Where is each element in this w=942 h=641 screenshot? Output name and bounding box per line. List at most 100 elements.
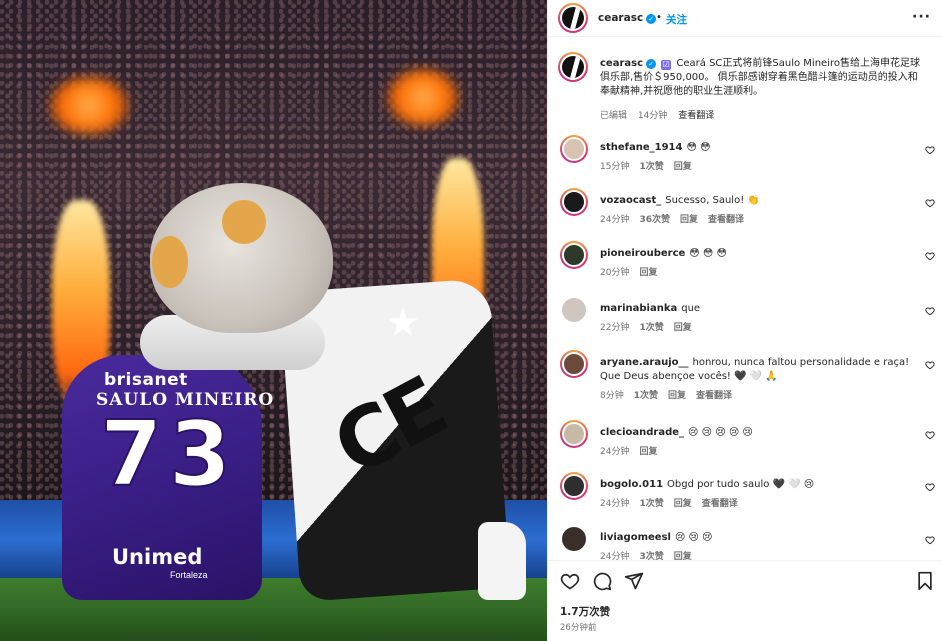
comment-meta: 22分钟 1次赞 回复 bbox=[600, 320, 702, 333]
post-header: cearasc ✓ • 关注 ··· bbox=[548, 0, 942, 37]
comment-time: 24分钟 bbox=[600, 447, 630, 457]
player-sponsor: brisanet bbox=[104, 370, 188, 390]
comment-row: clecioandrade_ 😢 😢 😢 😢 😢 24分钟 回复 bbox=[548, 420, 942, 472]
comment-time: 15分钟 bbox=[600, 162, 630, 172]
comment-text-block: vozaocast_ Sucesso, Saulo! 👏 bbox=[600, 194, 920, 208]
mascot-shoe bbox=[478, 522, 526, 600]
commenter-username[interactable]: vozaocast_ bbox=[600, 195, 661, 206]
comment-like-count[interactable]: 1次赞 bbox=[639, 162, 663, 172]
commenter-username[interactable]: aryane.araujo__ bbox=[600, 357, 689, 368]
commenter-avatar-image bbox=[562, 422, 586, 446]
comment-meta: 24分钟 36次赞 回复 查看翻译 bbox=[600, 212, 754, 225]
comment-meta: 20分钟 回复 bbox=[600, 265, 667, 278]
pyro-flare-left bbox=[50, 78, 128, 133]
comment-time: 8分钟 bbox=[600, 391, 624, 401]
comment-text: que bbox=[681, 303, 701, 314]
commenter-avatar[interactable] bbox=[560, 472, 588, 500]
pyro-flare-right bbox=[388, 70, 458, 125]
ceara-logo-icon bbox=[562, 7, 584, 29]
comment-text-block: pioneirouberce 😳 😳 😳 bbox=[600, 247, 920, 261]
commenter-username[interactable]: bogolo.011 bbox=[600, 479, 663, 490]
comment-translate-link[interactable]: 查看翻译 bbox=[702, 499, 738, 509]
comment-meta: 24分钟 回复 bbox=[600, 444, 667, 457]
comment-reply-button[interactable]: 回复 bbox=[668, 391, 686, 401]
commenter-avatar-image bbox=[562, 137, 586, 161]
comment-row: bogolo.011 Obgd por tudo saulo 🖤 🤍 😢 24分钟 1… bbox=[548, 472, 942, 524]
comment-like-heart-icon[interactable] bbox=[925, 251, 935, 261]
like-count[interactable]: 1.7万次赞 bbox=[560, 604, 610, 619]
comment-time: 24分钟 bbox=[600, 215, 630, 225]
post-image[interactable]: brisanet SAULO MINEIRO 73 Unimed Fortale… bbox=[0, 0, 547, 641]
commenter-username[interactable]: pioneirouberce bbox=[600, 248, 685, 259]
post-sidebar: cearasc ✓ • 关注 ··· cearasc ✓ ☑ Ceará SC正式将… bbox=[547, 0, 942, 641]
ceara-logo-icon bbox=[562, 56, 584, 78]
caption-avatar[interactable] bbox=[558, 52, 588, 82]
commenter-username[interactable]: sthefane_1914 bbox=[600, 142, 682, 153]
comment-like-heart-icon[interactable] bbox=[925, 198, 935, 208]
commenter-avatar-image bbox=[562, 190, 586, 214]
comment-like-heart-icon[interactable] bbox=[925, 430, 935, 440]
comment-text: Sucesso, Saulo! 👏 bbox=[665, 195, 760, 206]
comment-time: 22分钟 bbox=[600, 323, 630, 333]
save-bookmark-icon[interactable] bbox=[915, 571, 935, 591]
comment-reply-button[interactable]: 回复 bbox=[674, 499, 692, 509]
commenter-avatar[interactable] bbox=[560, 525, 588, 553]
commenter-avatar-image bbox=[562, 352, 586, 376]
comment-reply-button[interactable]: 回复 bbox=[674, 162, 692, 172]
comment-text-block: liviagomeesl 😢 😢 😢 bbox=[600, 531, 920, 545]
commenter-avatar[interactable] bbox=[560, 350, 588, 378]
author-avatar[interactable] bbox=[558, 3, 588, 33]
comment-like-count[interactable]: 1次赞 bbox=[639, 323, 663, 333]
comment-row: pioneirouberce 😳 😳 😳 20分钟 回复 bbox=[548, 241, 942, 293]
post-caption: cearasc ✓ ☑ Ceará SC正式将前锋Saulo Mineiro售给上… bbox=[600, 57, 925, 99]
player-number: 73 bbox=[99, 401, 238, 508]
post-time[interactable]: 26分钟前 bbox=[560, 621, 596, 633]
player-city: Fortaleza bbox=[170, 570, 208, 580]
comment-reply-button[interactable]: 回复 bbox=[639, 447, 657, 457]
commenter-avatar[interactable] bbox=[560, 241, 588, 269]
share-paper-plane-icon[interactable] bbox=[624, 571, 644, 591]
caption-time: 14分钟 bbox=[637, 111, 668, 121]
mascot-ear-right bbox=[222, 200, 266, 244]
author-username[interactable]: cearasc ✓ bbox=[598, 12, 657, 24]
comment-like-count[interactable]: 1次赞 bbox=[639, 499, 663, 509]
comment-row: sthefane_1914 😳 😳 15分钟 1次赞 回复 bbox=[548, 135, 942, 187]
comment-text-block: bogolo.011 Obgd por tudo saulo 🖤 🤍 😢 bbox=[600, 478, 920, 492]
comment-like-count[interactable]: 36次赞 bbox=[639, 215, 670, 225]
comment-reply-button[interactable]: 回复 bbox=[639, 268, 657, 278]
follow-button[interactable]: 关注 bbox=[666, 12, 687, 27]
commenter-username[interactable]: liviagomeesl bbox=[600, 532, 671, 543]
comment-reply-button[interactable]: 回复 bbox=[680, 215, 698, 225]
comment-text: 😢 😢 😢 bbox=[674, 532, 713, 543]
commenter-avatar[interactable] bbox=[560, 188, 588, 216]
comment-row: vozaocast_ Sucesso, Saulo! 👏 24分钟 36次赞 回复 查看翻… bbox=[548, 188, 942, 240]
comment-text: 😢 😢 😢 😢 😢 bbox=[688, 427, 753, 438]
commenter-username[interactable]: marinabianka bbox=[600, 303, 677, 314]
commenter-avatar[interactable] bbox=[560, 420, 588, 448]
post-dialog: brisanet SAULO MINEIRO 73 Unimed Fortale… bbox=[0, 0, 942, 641]
comment-like-heart-icon[interactable] bbox=[925, 360, 935, 370]
header-separator: • bbox=[656, 12, 662, 23]
author-username-text: cearasc bbox=[598, 12, 644, 24]
commenter-username[interactable]: clecioandrade_ bbox=[600, 427, 684, 438]
comment-time: 24分钟 bbox=[600, 499, 630, 509]
comment-text: Obgd por tudo saulo 🖤 🤍 😢 bbox=[667, 479, 815, 490]
comment-like-heart-icon[interactable] bbox=[925, 306, 935, 316]
mascot-ear-left bbox=[152, 236, 188, 288]
commenter-avatar[interactable] bbox=[560, 135, 588, 163]
player-bottom-sponsor: Unimed bbox=[112, 545, 203, 569]
comment-like-heart-icon[interactable] bbox=[925, 535, 935, 545]
comment-translate-link[interactable]: 查看翻译 bbox=[708, 215, 744, 225]
comment-row: marinabianka que 22分钟 1次赞 回复 bbox=[548, 296, 942, 348]
comment-like-heart-icon[interactable] bbox=[925, 482, 935, 492]
comment-like-heart-icon[interactable] bbox=[925, 145, 935, 155]
comment-translate-link[interactable]: 查看翻译 bbox=[696, 391, 732, 401]
commenter-avatar[interactable] bbox=[560, 296, 588, 324]
caption-username[interactable]: cearasc bbox=[600, 58, 643, 69]
comment-like-count[interactable]: 1次赞 bbox=[634, 391, 658, 401]
comment-bubble-icon[interactable] bbox=[592, 571, 612, 591]
caption-translate-link[interactable]: 查看翻译 bbox=[678, 111, 714, 121]
comment-reply-button[interactable]: 回复 bbox=[674, 323, 692, 333]
more-options-button[interactable]: ··· bbox=[912, 9, 931, 25]
like-heart-icon[interactable] bbox=[560, 571, 580, 591]
